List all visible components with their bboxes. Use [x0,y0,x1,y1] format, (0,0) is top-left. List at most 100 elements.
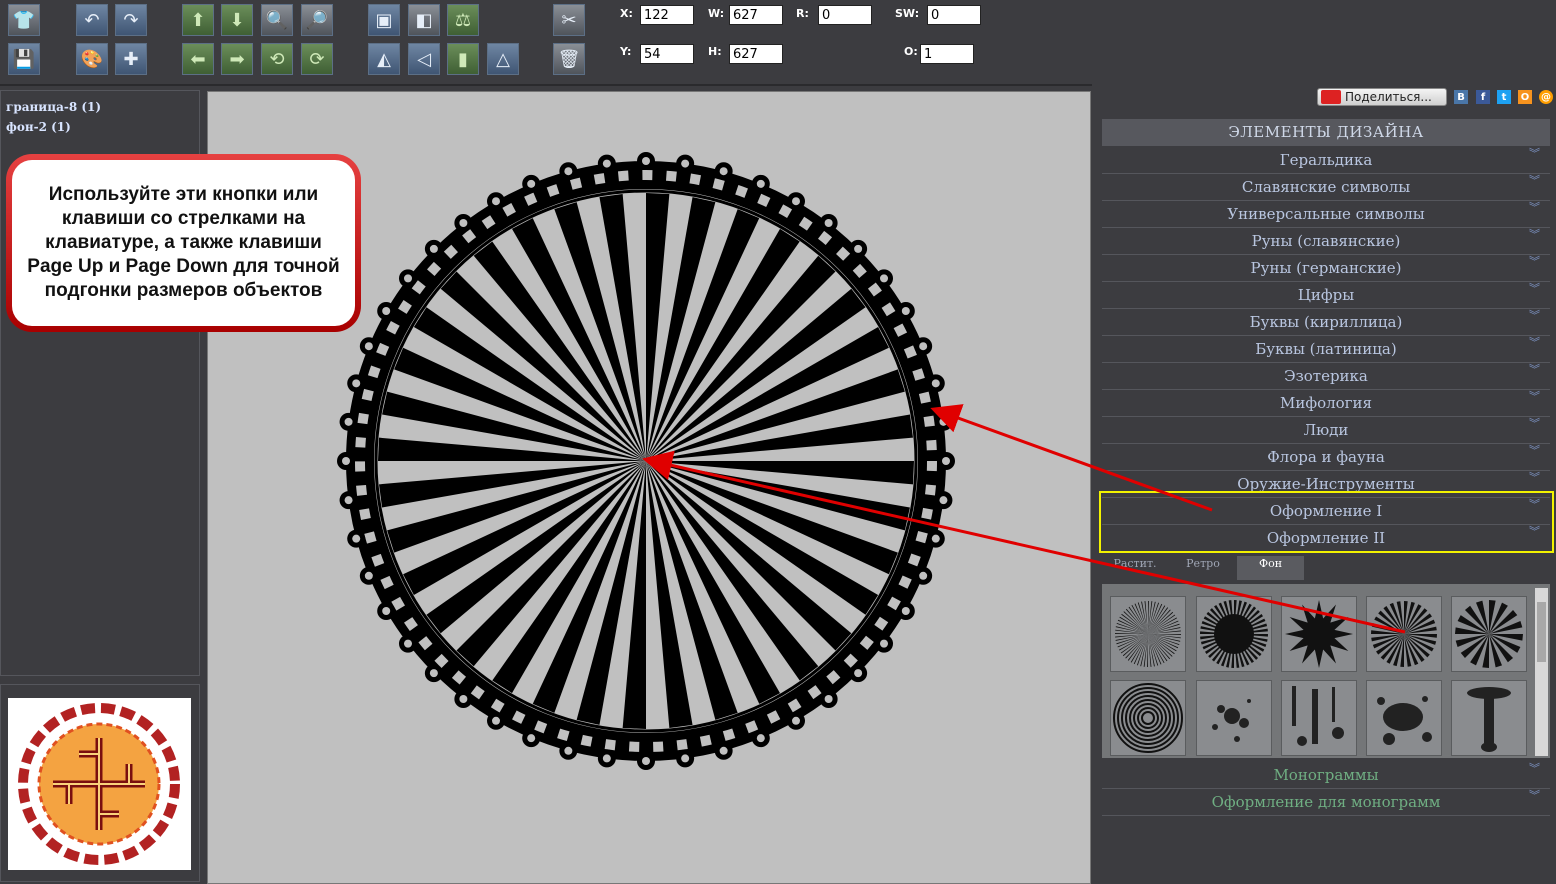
y-label: Y: [620,45,632,58]
sw-input[interactable]: 0 [927,5,981,25]
thumbnail-paint-splash[interactable] [1366,680,1442,756]
category-item[interactable]: Флора и фауна ︾ [1102,445,1550,471]
o-label: O: [904,45,918,58]
twitter-icon[interactable]: t [1497,90,1511,104]
mirror-v-icon[interactable]: △ [487,43,519,75]
chevron-down-icon: ︾ [1529,336,1540,349]
subtab-background[interactable]: Фон [1237,556,1304,580]
chevron-down-icon: ︾ [1529,147,1540,160]
thumbnail-ray-sunburst[interactable] [1366,596,1442,672]
thumbnail-drip-splash[interactable] [1451,680,1527,756]
help-callout: Используйте эти кнопки или клавиши со ст… [6,154,361,332]
flip-vertical-icon[interactable]: ◁ [408,43,440,75]
r-input[interactable]: 0 [818,5,872,25]
arrow-down-icon[interactable]: ⬇ [221,4,253,36]
share-button[interactable]: Поделиться... [1317,88,1447,106]
arrow-up-icon[interactable]: ⬆ [182,4,214,36]
save-icon[interactable]: 💾 [8,43,40,75]
add-image-icon[interactable]: ✚ [115,43,147,75]
category-item[interactable]: Оформление для монограмм ︾ [1102,790,1550,816]
chevron-down-icon: ︾ [1529,363,1540,376]
chevron-down-icon: ︾ [1529,762,1540,775]
rotate-left-icon[interactable]: ⟲ [261,43,293,75]
thumbnails-scrollbar[interactable] [1535,588,1548,756]
h-label: H: [708,45,722,58]
chevron-down-icon: ︾ [1529,390,1540,403]
w-input[interactable]: 627 [729,5,783,25]
rotate-right-icon[interactable]: ⟳ [301,43,333,75]
share-icon [1321,90,1341,104]
highlight-box [1099,491,1554,553]
palette-icon[interactable]: 🎨 [76,43,108,75]
thumbnail-star-burst[interactable] [1281,596,1357,672]
category-item[interactable]: Буквы (кириллица) ︾ [1102,310,1550,336]
x-label: X: [620,7,633,20]
bring-front-icon[interactable]: ◧ [408,4,440,36]
category-label: Монограммы [1273,766,1379,784]
chevron-down-icon: ︾ [1529,282,1540,295]
category-item[interactable]: Славянские символы ︾ [1102,175,1550,201]
arrow-left-icon[interactable]: ⬅ [182,43,214,75]
y-input[interactable]: 54 [640,44,694,64]
thumbnails-grid [1102,584,1550,758]
category-label: Мифология [1279,394,1372,412]
flip-horizontal-icon[interactable]: ◭ [368,43,400,75]
category-item[interactable]: Мифология ︾ [1102,391,1550,417]
thumbnail-concentric-circles[interactable] [1110,680,1186,756]
category-label: Цифры [1297,286,1355,304]
delete-icon[interactable]: 🗑 [553,43,585,75]
chevron-down-icon: ︾ [1529,471,1540,484]
layer-item[interactable]: фон-2 (1) [1,117,199,137]
mirror-h-icon[interactable]: ▮ [447,43,479,75]
x-input[interactable]: 122 [640,5,694,25]
thumbnail-fine-sunburst[interactable] [1110,596,1186,672]
zoom-in-icon[interactable]: 🔍 [261,4,293,36]
category-item[interactable]: Универсальные символы ︾ [1102,202,1550,228]
thumbnail-ink-splatter[interactable] [1196,680,1272,756]
category-item[interactable]: Руны (германские) ︾ [1102,256,1550,282]
sunburst-border-artwork[interactable] [335,150,957,772]
vk-icon[interactable]: В [1454,90,1468,104]
category-label: Геральдика [1279,151,1373,169]
chevron-down-icon: ︾ [1529,444,1540,457]
arrow-right-icon[interactable]: ➡ [221,43,253,75]
zoom-out-icon[interactable]: 🔎 [301,4,333,36]
mailru-icon[interactable]: @ [1539,90,1553,104]
send-back-icon[interactable]: ▣ [368,4,400,36]
share-label: Поделиться... [1345,90,1432,104]
facebook-icon[interactable]: f [1476,90,1490,104]
scrollbar-thumb[interactable] [1537,602,1546,662]
category-label: Люди [1303,421,1349,439]
chevron-down-icon: ︾ [1529,789,1540,802]
layer-item[interactable]: граница-8 (1) [1,97,199,117]
category-label: Флора и фауна [1267,448,1385,466]
category-item[interactable]: Монограммы ︾ [1102,763,1550,789]
kolovrat-preview-image [8,698,191,870]
thumbnail-grunge-splatter[interactable] [1281,680,1357,756]
odnoklassniki-icon[interactable]: О [1518,90,1532,104]
thumbnail-spiky-sun[interactable] [1196,596,1272,672]
align-icon[interactable]: ⚖ [447,4,479,36]
category-label: Славянские символы [1241,178,1411,196]
category-item[interactable]: Руны (славянские) ︾ [1102,229,1550,255]
category-label: Руны (германские) [1250,259,1402,277]
category-item[interactable]: Эзотерика ︾ [1102,364,1550,390]
undo-icon[interactable]: ↶ [76,4,108,36]
category-item[interactable]: Люди ︾ [1102,418,1550,444]
o-input[interactable]: 1 [920,44,974,64]
shirt-icon[interactable]: 👕 [8,4,40,36]
chevron-down-icon: ︾ [1529,255,1540,268]
category-item[interactable]: Геральдика ︾ [1102,148,1550,174]
w-label: W: [708,7,725,20]
category-item[interactable]: Буквы (латиница) ︾ [1102,337,1550,363]
thumbnail-wide-rays[interactable] [1451,596,1527,672]
chevron-down-icon: ︾ [1529,309,1540,322]
tools-icon[interactable]: ✂ [553,4,585,36]
sunburst-ray [378,437,646,461]
subtab-retro[interactable]: Ретро [1177,556,1229,580]
subtab-plants[interactable]: Растит. [1110,556,1160,580]
h-input[interactable]: 627 [729,44,783,64]
redo-icon[interactable]: ↷ [115,4,147,36]
category-label: Руны (славянские) [1251,232,1401,250]
category-item[interactable]: Цифры ︾ [1102,283,1550,309]
